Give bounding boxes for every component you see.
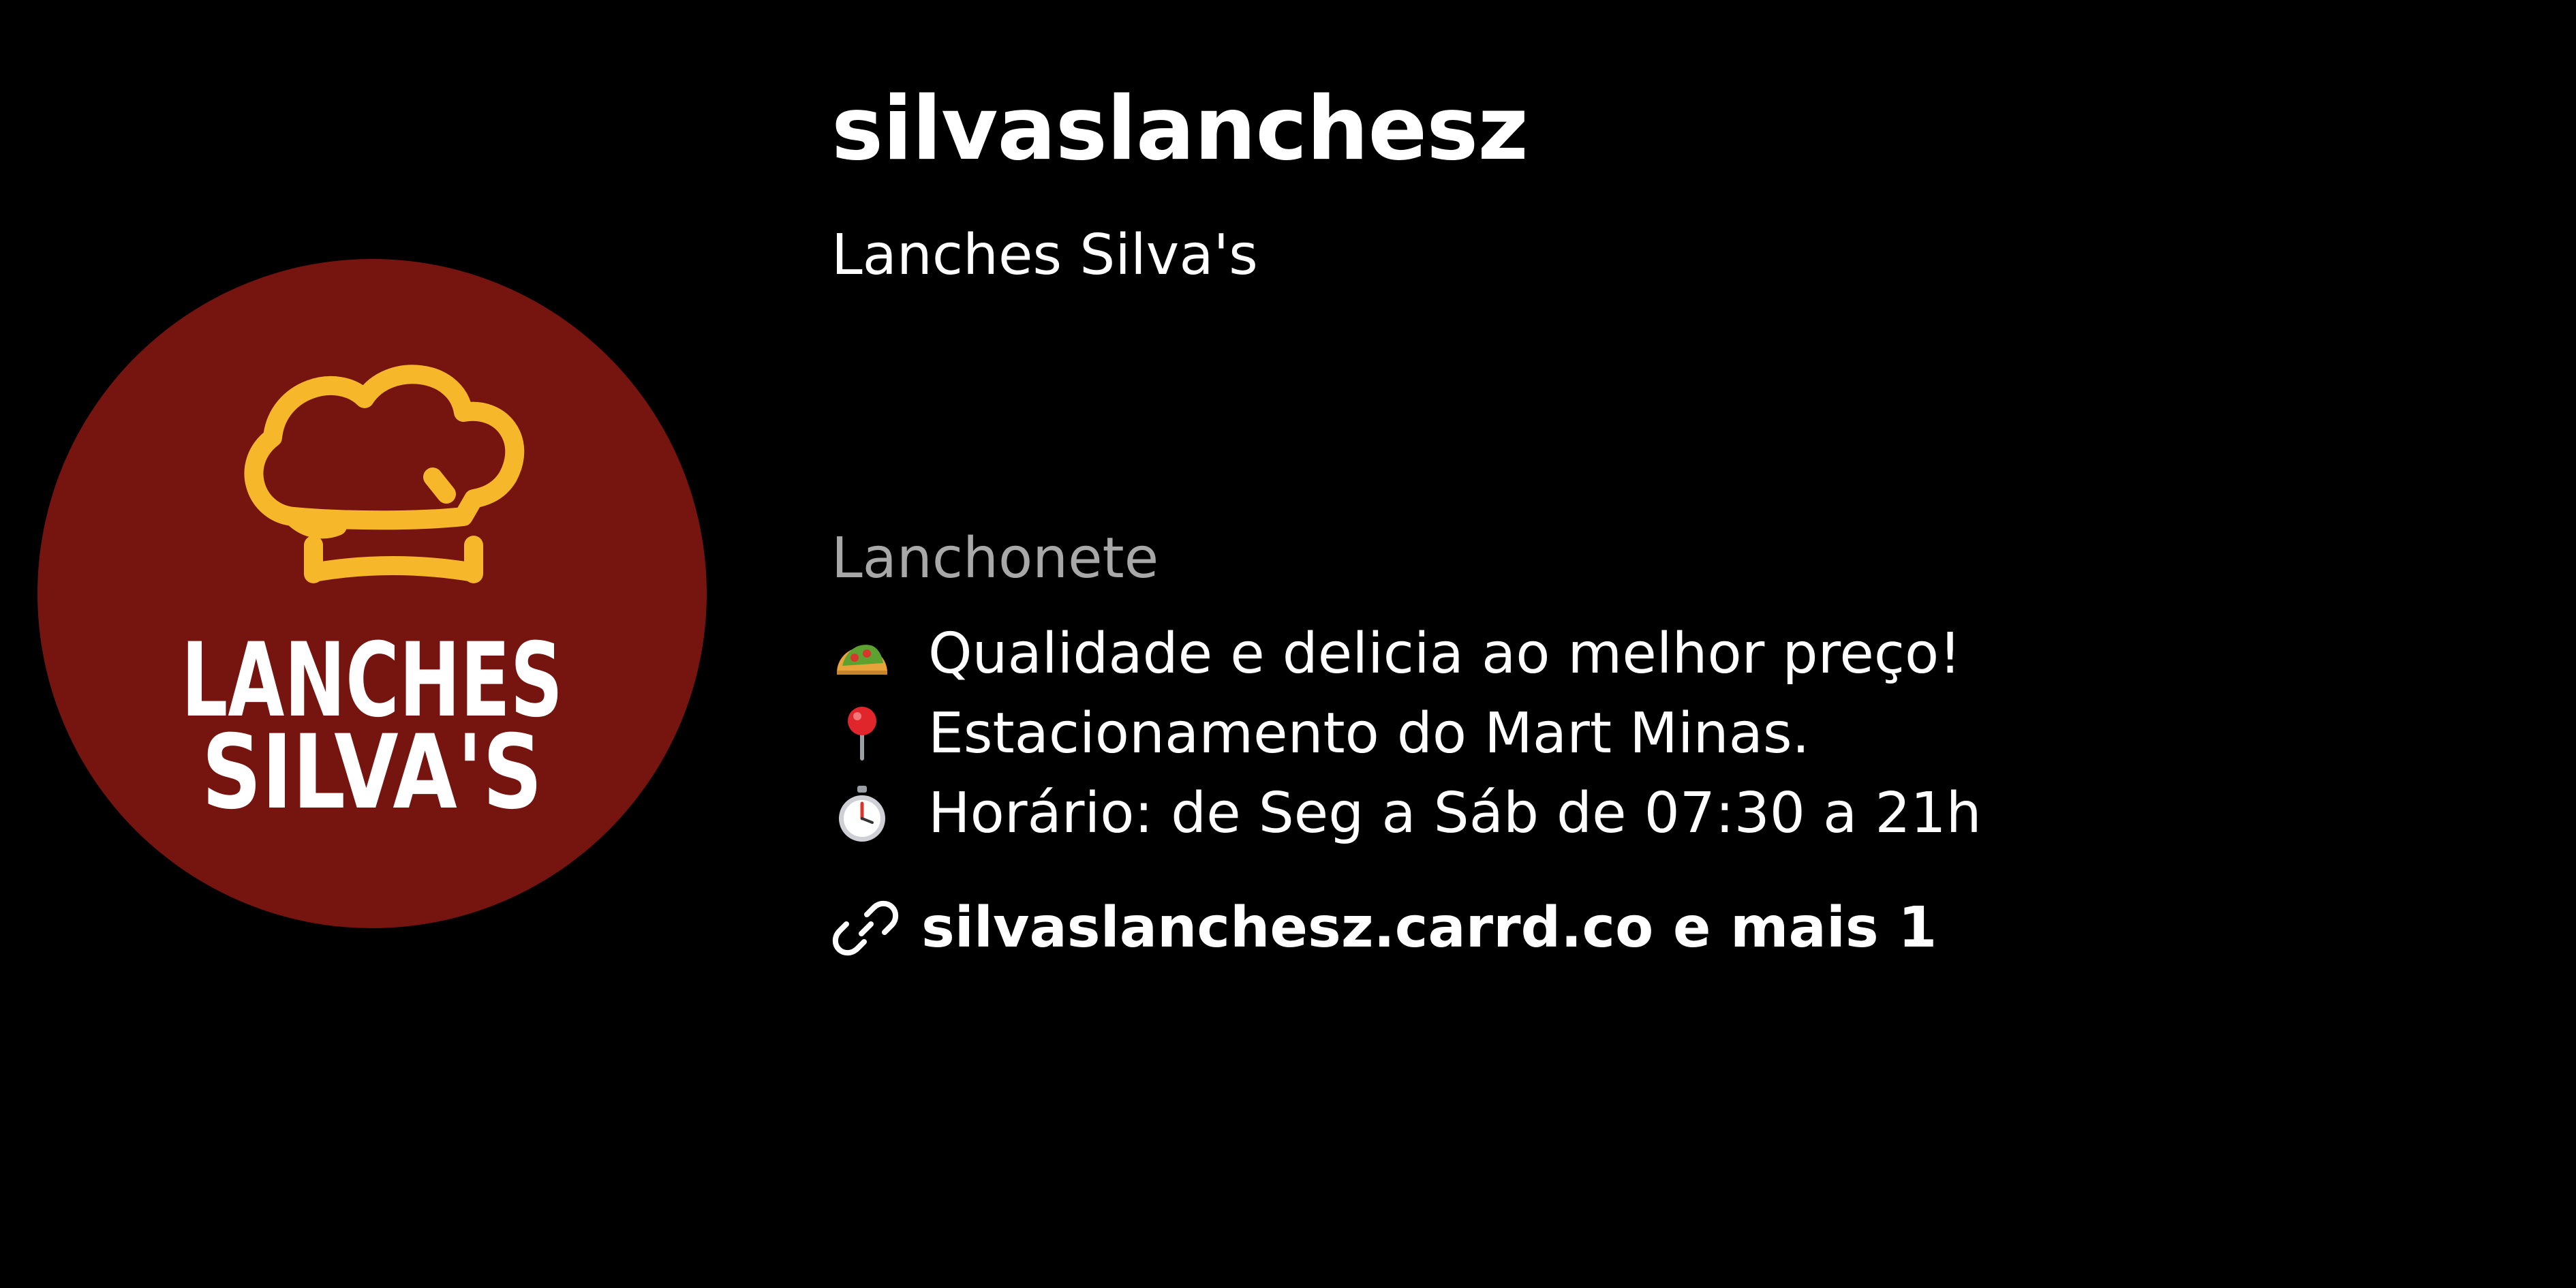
external-link[interactable]: silvaslanchesz.carrd.co e mais 1 bbox=[831, 891, 1937, 966]
bio-text: Estacionamento do Mart Minas. bbox=[928, 701, 1810, 766]
bio-line: Estacionamento do Mart Minas. bbox=[831, 696, 1810, 771]
logo-text-line2: SILVA'S bbox=[202, 714, 542, 832]
bio-text: Qualidade e delicia ao melhor preço! bbox=[928, 622, 1961, 686]
link-icon bbox=[832, 900, 899, 956]
profile-username[interactable]: silvaslanchesz bbox=[831, 75, 1529, 184]
profile-avatar[interactable]: LANCHES SILVA'S bbox=[37, 259, 707, 928]
taco-icon bbox=[837, 645, 887, 675]
link-text[interactable]: silvaslanchesz.carrd.co e mais 1 bbox=[921, 891, 1937, 966]
bio-text: Horário: de Seg a Sáb de 07:30 a 21h bbox=[928, 781, 1982, 846]
profile-category: Lanchonete bbox=[831, 526, 1159, 591]
round-pushpin-icon bbox=[848, 707, 876, 761]
stopwatch-icon bbox=[839, 786, 885, 842]
chef-hat-icon bbox=[244, 365, 525, 583]
profile-full-name: Lanches Silva's bbox=[831, 223, 1258, 288]
avatar-logo: LANCHES SILVA'S bbox=[181, 365, 563, 832]
bio-line: Horário: de Seg a Sáb de 07:30 a 21h bbox=[831, 776, 1982, 851]
bio-line: Qualidade e delicia ao melhor preço! bbox=[831, 617, 1961, 692]
